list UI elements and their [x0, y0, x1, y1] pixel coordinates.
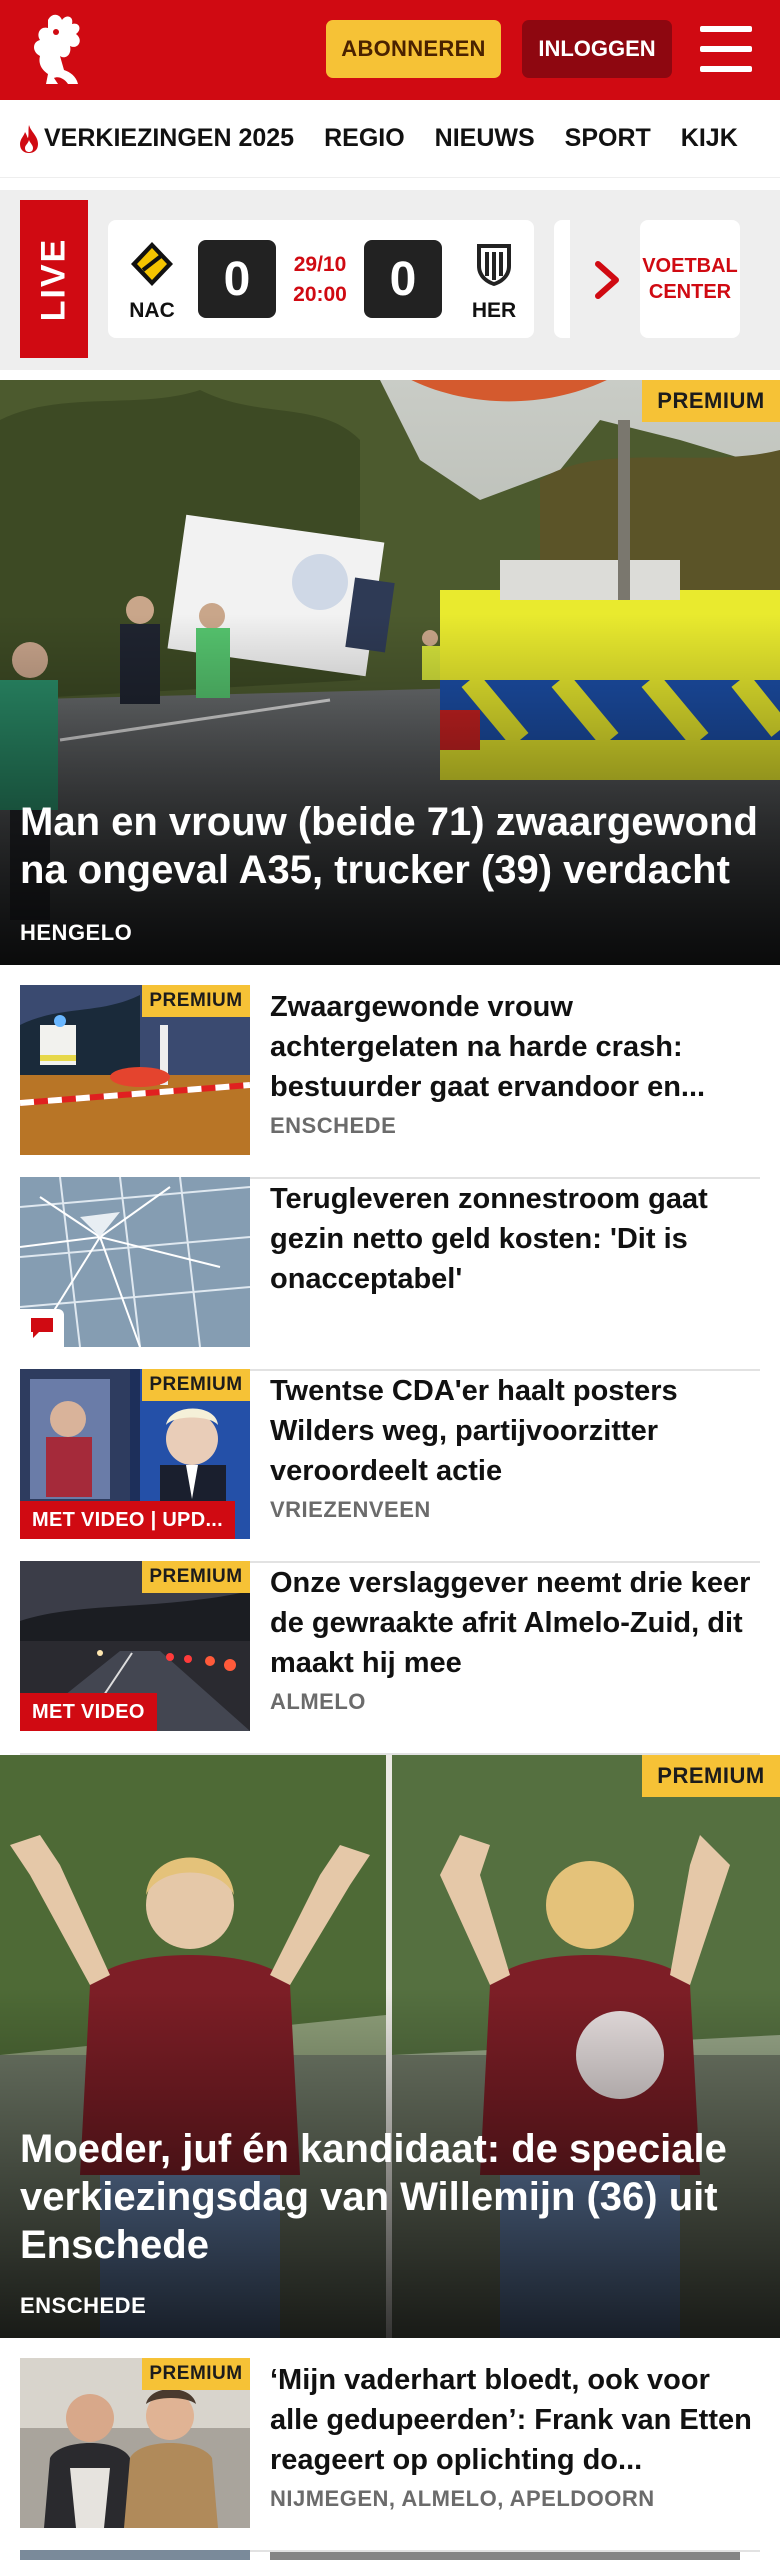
- article-location: VRIEZENVEEN: [270, 1497, 431, 1522]
- match-datetime: 29/10 20:00: [293, 253, 347, 306]
- nav-item-nieuws[interactable]: NIEUWS: [435, 124, 535, 153]
- hero-article-1[interactable]: PREMIUM Man en vrouw (beide 71) zwaargew…: [0, 380, 780, 965]
- video-badge: MET VIDEO | UPD...: [20, 1501, 236, 1539]
- away-score: 0: [364, 240, 442, 318]
- hero-location: ENSCHEDE: [20, 2293, 147, 2318]
- article-title[interactable]: Zwaargewonde vrouw achtergelaten na hard…: [270, 987, 760, 1107]
- chevron-right-icon[interactable]: [590, 258, 624, 302]
- top-bar: ABONNEREN INLOGGEN: [0, 0, 780, 100]
- nav-label: VERKIEZINGEN 2025: [44, 124, 295, 152]
- tubantia-horse-logo[interactable]: [18, 10, 108, 92]
- nav-item-regio[interactable]: REGIO: [324, 124, 405, 153]
- premium-badge: PREMIUM: [142, 2358, 250, 2390]
- article-item[interactable]: PREMIUM MET VIDEO | UPD... Twentse CDA'e…: [20, 1369, 760, 1563]
- away-team: HER: [464, 240, 524, 323]
- live-label: LIVE: [20, 200, 88, 358]
- article-thumbnail[interactable]: PREMIUM MET VIDEO | UPD...: [20, 1369, 250, 1539]
- nav-item-sport[interactable]: SPORT: [565, 124, 651, 153]
- comment-badge: [20, 1309, 64, 1347]
- article-thumbnail[interactable]: PREMIUM: [20, 2358, 250, 2528]
- nav-item-kijk[interactable]: KIJK: [681, 124, 738, 153]
- article-thumbnail[interactable]: PREMIUM MET VIDEO: [20, 1561, 250, 1731]
- article-title[interactable]: ‘Mijn vaderhart bloedt, ook voor alle ge…: [270, 2360, 760, 2480]
- article-title-partial[interactable]: [270, 2552, 740, 2560]
- article-title[interactable]: Onze verslaggever neemt drie keer de gew…: [270, 1563, 760, 1683]
- hero-title[interactable]: Man en vrouw (beide 71) zwaargewond na o…: [20, 798, 760, 894]
- home-team: NAC: [122, 240, 182, 323]
- premium-badge: PREMIUM: [142, 1369, 250, 1401]
- article-thumbnail-partial[interactable]: [20, 2550, 250, 2560]
- premium-badge: PREMIUM: [142, 1561, 250, 1593]
- login-button[interactable]: INLOGGEN: [522, 20, 672, 78]
- match-card[interactable]: NAC 0 29/10 20:00 0 HER: [108, 220, 534, 338]
- comment-icon: [31, 1318, 53, 1338]
- heracles-crest-icon: [477, 244, 511, 286]
- home-score: 0: [198, 240, 276, 318]
- flame-icon: [20, 124, 38, 153]
- subscribe-button[interactable]: ABONNEREN: [326, 20, 501, 78]
- premium-badge: PREMIUM: [142, 985, 250, 1017]
- article-title[interactable]: Terugleveren zonnestroom gaat gezin nett…: [270, 1179, 760, 1299]
- article-item[interactable]: Terugleveren zonnestroom gaat gezin nett…: [20, 1177, 760, 1371]
- premium-badge: PREMIUM: [642, 380, 780, 422]
- nav-item-verkiezingen[interactable]: VERKIEZINGEN 2025: [18, 124, 294, 154]
- live-scores-strip: LIVE NAC 0 29/10 20:00 0 HER VOETBAL CEN…: [0, 190, 780, 370]
- article-item[interactable]: PREMIUM MET VIDEO Onze verslaggever neem…: [20, 1561, 760, 1755]
- article-thumbnail[interactable]: [20, 1177, 250, 1347]
- article-item[interactable]: PREMIUM Zwaargewonde vrouw achtergelaten…: [20, 985, 760, 1179]
- article-location: ENSCHEDE: [270, 1113, 397, 1138]
- article-title[interactable]: Twentse CDA'er haalt posters Wilders weg…: [270, 1371, 760, 1491]
- section-nav: VERKIEZINGEN 2025 REGIO NIEUWS SPORT KIJ…: [0, 100, 780, 178]
- hero-article-2[interactable]: PREMIUM Moeder, juf én kandidaat: de spe…: [0, 1755, 780, 2338]
- menu-icon[interactable]: [700, 26, 752, 72]
- video-badge: MET VIDEO: [20, 1693, 157, 1731]
- article-thumbnail[interactable]: PREMIUM: [20, 985, 250, 1155]
- hero-title[interactable]: Moeder, juf én kandidaat: de speciale ve…: [20, 2125, 760, 2269]
- article-location: NIJMEGEN, ALMELO, APELDOORN: [270, 2486, 655, 2511]
- voetbal-center-button[interactable]: VOETBAL CENTER: [640, 220, 740, 338]
- hero-gradient: [0, 614, 780, 965]
- article-location: ALMELO: [270, 1689, 366, 1714]
- next-match-card[interactable]: [554, 220, 570, 338]
- hero-location: HENGELO: [20, 920, 133, 945]
- article-item[interactable]: PREMIUM ‘Mijn vaderhart bloedt, ook voor…: [20, 2358, 760, 2552]
- premium-badge: PREMIUM: [642, 1755, 780, 1797]
- nac-crest-icon: [131, 242, 173, 286]
